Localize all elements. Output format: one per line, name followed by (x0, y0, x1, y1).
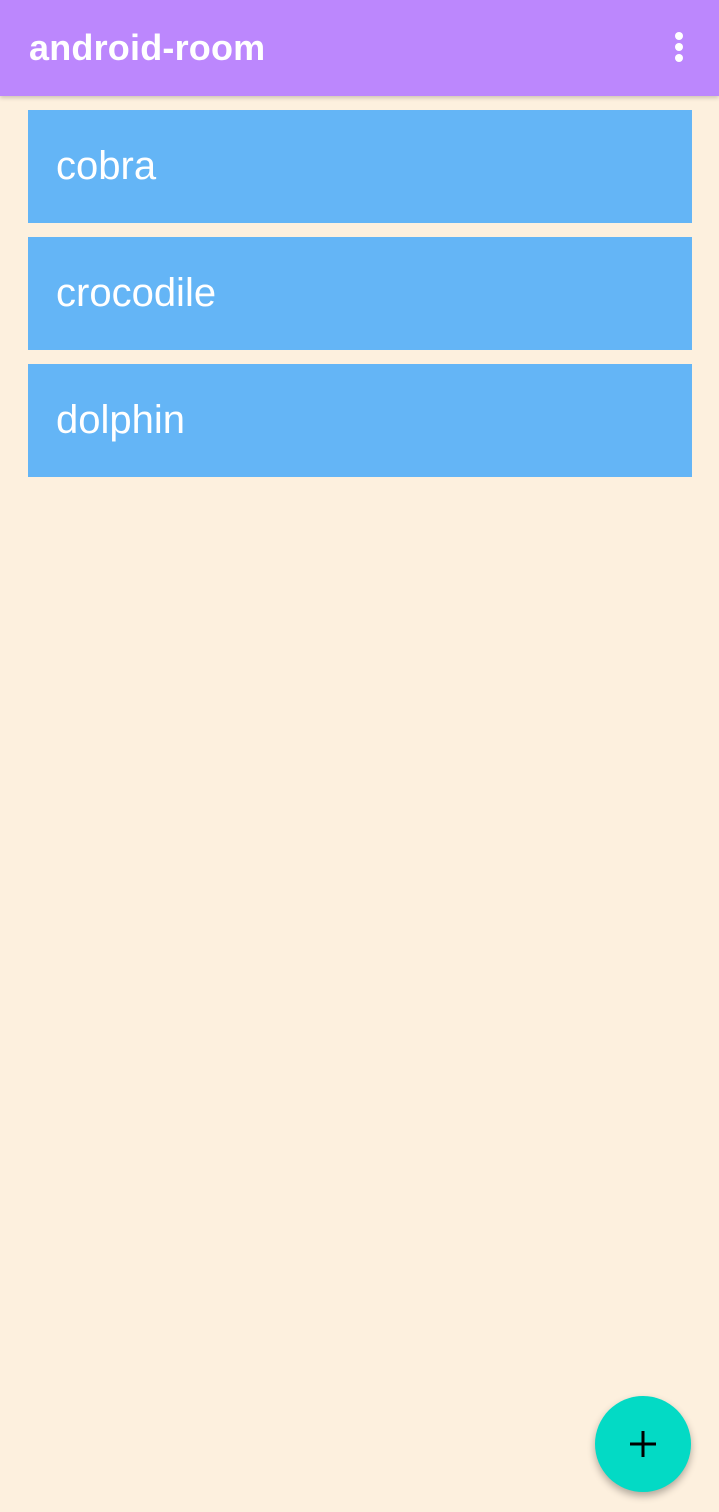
list-item-label: dolphin (56, 398, 186, 442)
add-fab-button[interactable] (595, 1396, 691, 1492)
list-item-label: cobra (56, 144, 157, 188)
list-item-cobra[interactable]: cobra (28, 110, 692, 223)
more-vert-icon (675, 32, 683, 62)
animal-list: cobra crocodile dolphin (28, 110, 692, 491)
screen: android-room cobra crocodile dolphin (0, 0, 719, 1512)
app-bar: android-room (0, 0, 719, 96)
list-item-dolphin[interactable]: dolphin (28, 364, 692, 477)
add-icon (630, 1431, 656, 1457)
list-item-label: crocodile (56, 271, 217, 315)
app-title: android-room (29, 27, 266, 68)
list-item-crocodile[interactable]: crocodile (28, 237, 692, 350)
overflow-menu-button[interactable] (655, 24, 703, 72)
